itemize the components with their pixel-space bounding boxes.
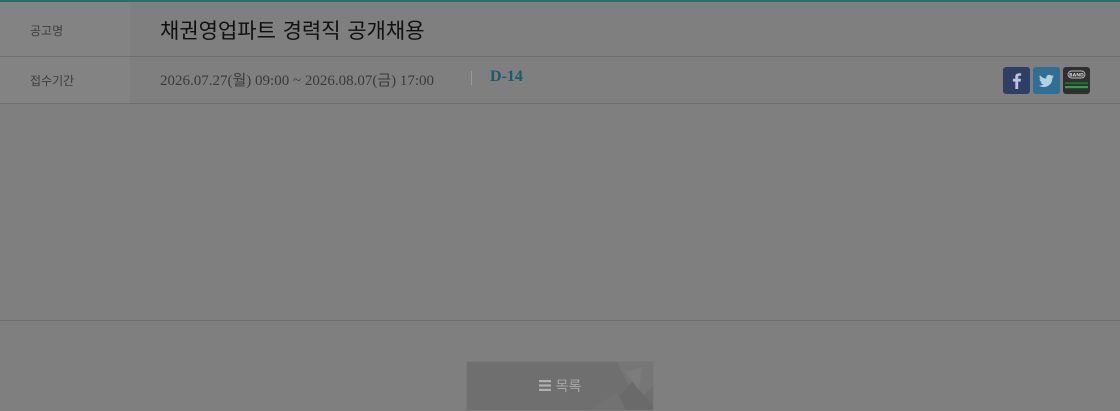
notice-title-row: 공고명 채권영업파트 경력직 공개채용 xyxy=(0,2,1120,57)
facebook-icon xyxy=(1012,73,1022,89)
period-label: 접수기간 xyxy=(30,74,75,88)
label-cell: 접수기간 xyxy=(0,57,130,103)
divider xyxy=(471,71,472,85)
title-label: 공고명 xyxy=(30,24,64,38)
menu-icon xyxy=(538,380,551,391)
d-day-badge: D-14 xyxy=(490,68,523,85)
application-period: 2026.07.27(월) 09:00 ~ 2026.08.07(금) 17:0… xyxy=(160,73,435,89)
notice-period-row: 접수기간 2026.07.27(월) 09:00 ~ 2026.08.07(금)… xyxy=(0,57,1120,104)
list-button-label: 목록 xyxy=(555,379,582,395)
label-cell: 공고명 xyxy=(0,2,130,56)
band-logo-text: BAND xyxy=(1069,72,1084,78)
twitter-icon xyxy=(1038,74,1054,87)
facebook-share-button[interactable] xyxy=(1003,67,1030,94)
band-share-button[interactable]: BAND xyxy=(1063,67,1090,94)
band-icon: BAND xyxy=(1065,70,1088,89)
notice-title: 채권영업파트 경력직 공개채용 xyxy=(160,19,425,43)
list-button-content: 목록 xyxy=(467,376,653,396)
content-bottom-divider xyxy=(0,320,1120,321)
list-button[interactable]: 목록 xyxy=(466,361,654,411)
twitter-share-button[interactable] xyxy=(1033,67,1060,94)
